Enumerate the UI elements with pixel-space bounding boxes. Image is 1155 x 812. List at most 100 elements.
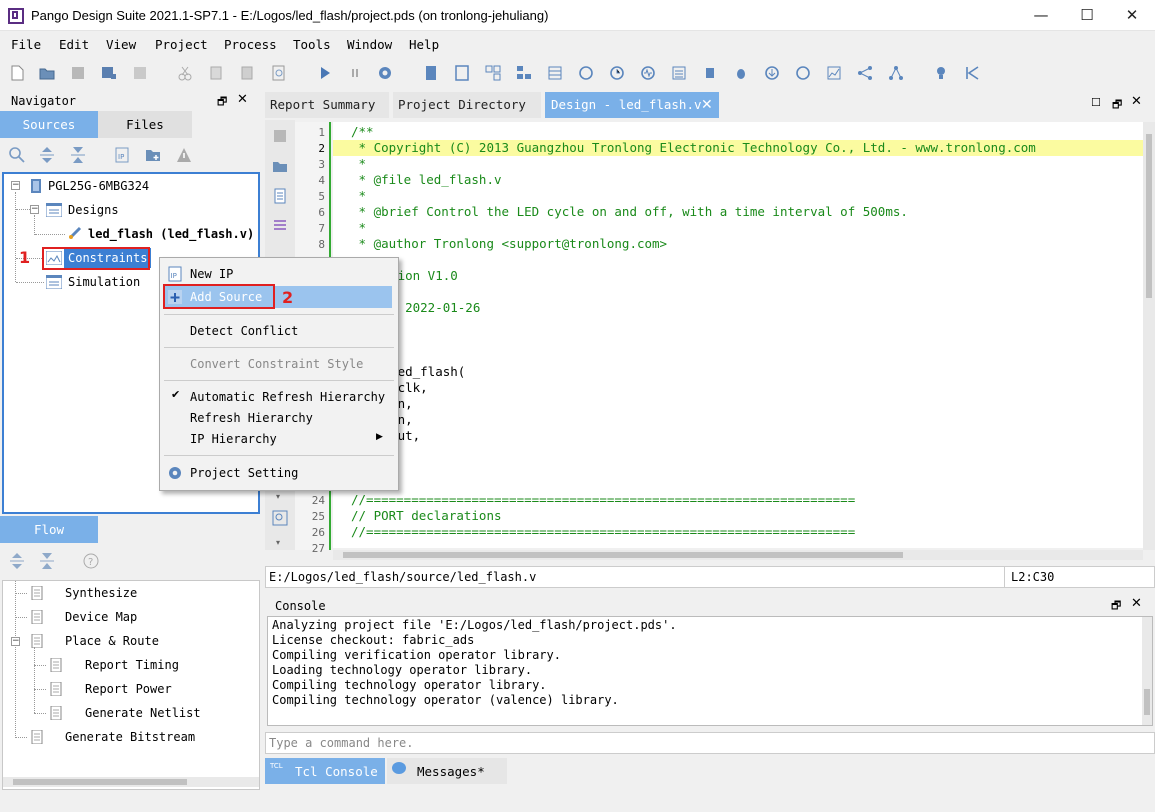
run-icon[interactable] [316, 64, 334, 82]
settings-gear-icon[interactable] [376, 64, 394, 82]
vertical-scrollbar[interactable] [1143, 122, 1155, 550]
refresh-icon[interactable] [577, 64, 595, 82]
pause-icon[interactable] [346, 64, 364, 82]
close-panel-icon[interactable]: ✕ [237, 92, 248, 107]
add-folder-icon[interactable] [144, 146, 162, 164]
maximize-editor-icon[interactable]: ☐ [1091, 96, 1101, 109]
horizontal-scrollbar[interactable] [333, 550, 1143, 560]
edit-doc-icon[interactable] [422, 64, 440, 82]
expand-all-icon[interactable] [38, 146, 56, 164]
new-file-icon[interactable] [8, 64, 26, 82]
tree-icon[interactable] [887, 64, 905, 82]
waveform-icon[interactable] [639, 64, 657, 82]
flow-synthesize[interactable]: Synthesize [65, 583, 137, 603]
menu-help[interactable]: Help [409, 37, 439, 52]
scroll-down-icon[interactable]: ▾ [276, 538, 280, 547]
cut-icon[interactable] [176, 64, 194, 82]
flow-report-timing[interactable]: Report Timing [85, 655, 179, 675]
menu-edit[interactable]: Edit [59, 37, 89, 52]
menu-item-project-setting[interactable]: Project Setting [190, 463, 298, 483]
indent-icon[interactable] [272, 218, 288, 234]
flow-report-power[interactable]: Report Power [85, 679, 172, 699]
tree-device[interactable]: PGL25G-6MBG324 [48, 176, 149, 196]
collapse-toggle[interactable]: − [30, 205, 39, 214]
tree-design-file[interactable]: led_flash (led_flash.v) [88, 224, 254, 244]
collapse-all-icon[interactable] [69, 146, 87, 164]
menu-tools[interactable]: Tools [293, 37, 331, 52]
timer-icon[interactable] [608, 64, 626, 82]
close-tab-icon[interactable]: ✕ [701, 92, 713, 118]
tab-messages[interactable]: Messages* [387, 758, 507, 784]
search-icon[interactable] [8, 146, 26, 164]
tree-designs[interactable]: Designs [68, 200, 119, 220]
flow-place-route[interactable]: Place & Route [65, 631, 159, 651]
ip-catalog-icon[interactable]: IP [113, 146, 131, 164]
lightbulb-icon[interactable] [932, 64, 950, 82]
find-icon[interactable] [270, 64, 288, 82]
maximize-button[interactable]: ☐ [1064, 0, 1110, 31]
debug-icon[interactable] [732, 64, 750, 82]
save-all-icon[interactable] [100, 64, 118, 82]
tab-flow[interactable]: Flow [0, 516, 98, 543]
float-panel-icon[interactable]: 🗗 [1111, 597, 1121, 616]
menu-file[interactable]: File [11, 37, 41, 52]
grid-icon[interactable] [484, 64, 502, 82]
menu-process[interactable]: Process [224, 37, 277, 52]
menu-item-refresh-hierarchy[interactable]: Refresh Hierarchy [190, 408, 313, 428]
tab-design-led-flash[interactable]: Design - led_flash.v ✕ [545, 92, 719, 118]
report-icon[interactable] [453, 64, 471, 82]
menu-window[interactable]: Window [347, 37, 392, 52]
copy-icon[interactable] [207, 64, 225, 82]
code-view[interactable]: /** * Copyright (C) 2013 Guangzhou Tronl… [333, 122, 1143, 548]
save-icon[interactable] [272, 128, 288, 144]
float-editor-icon[interactable]: 🗗 [1112, 96, 1122, 115]
menu-project[interactable]: Project [155, 37, 208, 52]
network-icon[interactable] [856, 64, 874, 82]
back-icon[interactable] [963, 64, 981, 82]
open-folder-icon[interactable] [38, 64, 56, 82]
menu-item-auto-refresh[interactable]: Automatic Refresh Hierarchy [190, 387, 385, 407]
document-icon[interactable] [272, 188, 288, 204]
chip-icon[interactable] [701, 64, 719, 82]
flow-generate-netlist[interactable]: Generate Netlist [85, 703, 201, 723]
collapse-toggle[interactable]: − [11, 637, 20, 646]
collapse-all-icon[interactable] [38, 552, 56, 570]
flow-device-map[interactable]: Device Map [65, 607, 137, 627]
tab-sources[interactable]: Sources [0, 111, 98, 138]
ip-icon[interactable] [794, 64, 812, 82]
close-window-button[interactable]: ✕ [1109, 0, 1155, 31]
paste-icon[interactable] [238, 64, 256, 82]
vertical-scrollbar[interactable] [1142, 617, 1152, 725]
collapse-toggle[interactable]: − [11, 181, 20, 190]
float-panel-icon[interactable]: 🗗 [217, 93, 227, 112]
list-icon[interactable] [670, 64, 688, 82]
warning-icon[interactable] [175, 146, 193, 164]
chart-icon[interactable] [825, 64, 843, 82]
hierarchy-icon[interactable] [515, 64, 533, 82]
minimize-button[interactable]: — [1018, 0, 1064, 31]
tab-report-summary[interactable]: Report Summary [265, 92, 389, 118]
command-input[interactable]: Type a command here. [265, 732, 1155, 754]
help-icon[interactable]: ? [82, 552, 100, 570]
tab-tcl-console[interactable]: TCL Tcl Console [265, 758, 385, 784]
close-panel-icon[interactable]: ✕ [1131, 596, 1142, 611]
horizontal-scrollbar[interactable] [3, 777, 259, 787]
menu-item-new-ip[interactable]: New IP [190, 264, 233, 284]
menu-item-detect-conflict[interactable]: Detect Conflict [190, 321, 298, 341]
menu-view[interactable]: View [106, 37, 136, 52]
scroll-down-icon[interactable]: ▾ [276, 492, 280, 501]
close-editor-icon[interactable]: ✕ [1131, 94, 1142, 109]
doc-icon [50, 682, 62, 696]
save-icon[interactable] [69, 64, 87, 82]
close-project-icon[interactable] [131, 64, 149, 82]
tree-simulation[interactable]: Simulation [68, 272, 140, 292]
flow-generate-bitstream[interactable]: Generate Bitstream [65, 727, 195, 747]
tab-project-directory[interactable]: Project Directory [393, 92, 541, 118]
tab-files[interactable]: Files [98, 111, 192, 138]
menu-item-ip-hierarchy[interactable]: IP Hierarchy [190, 429, 277, 449]
open-folder-icon[interactable] [272, 158, 288, 174]
zoom-icon[interactable] [272, 510, 288, 526]
table-icon[interactable] [546, 64, 564, 82]
expand-all-icon[interactable] [8, 552, 26, 570]
download-icon[interactable] [763, 64, 781, 82]
